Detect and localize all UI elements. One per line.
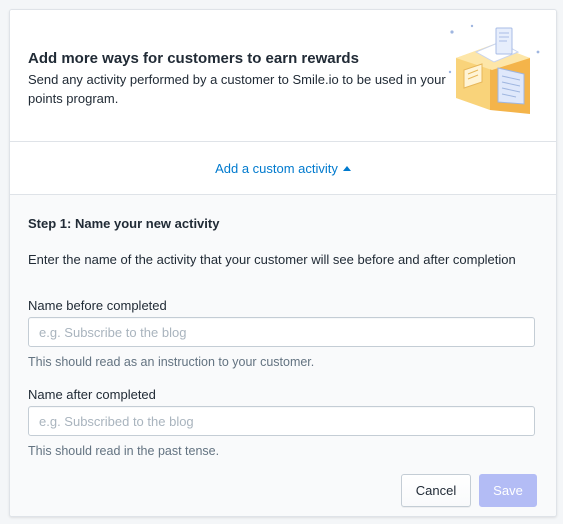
card-description: Send any activity performed by a custome…: [28, 72, 446, 106]
name-before-input[interactable]: [28, 317, 535, 347]
name-after-help: This should read in the past tense.: [28, 444, 220, 458]
card-header: Add more ways for customers to earn rewa…: [10, 10, 556, 142]
add-custom-activity-toggle[interactable]: Add a custom activity: [215, 161, 351, 176]
step-description: Enter the name of the activity that your…: [28, 252, 516, 267]
card-title: Add more ways for customers to earn rewa…: [28, 50, 359, 67]
save-button[interactable]: Save: [479, 474, 537, 507]
custom-activity-toggle-row: Add a custom activity: [10, 142, 556, 195]
name-before-help: This should read as an instruction to yo…: [28, 355, 315, 369]
name-after-input[interactable]: [28, 406, 535, 436]
caret-up-icon: [342, 166, 351, 171]
name-before-label: Name before completed: [28, 298, 167, 313]
custom-activity-card: Add more ways for customers to earn rewa…: [9, 9, 557, 517]
toggle-label: Add a custom activity: [215, 161, 338, 176]
custom-activity-form: Step 1: Name your new activity Enter the…: [10, 195, 556, 516]
name-after-label: Name after completed: [28, 387, 156, 402]
rewards-box-illustration: [448, 24, 540, 114]
cancel-button[interactable]: Cancel: [401, 474, 471, 507]
step-title: Step 1: Name your new activity: [28, 216, 220, 231]
